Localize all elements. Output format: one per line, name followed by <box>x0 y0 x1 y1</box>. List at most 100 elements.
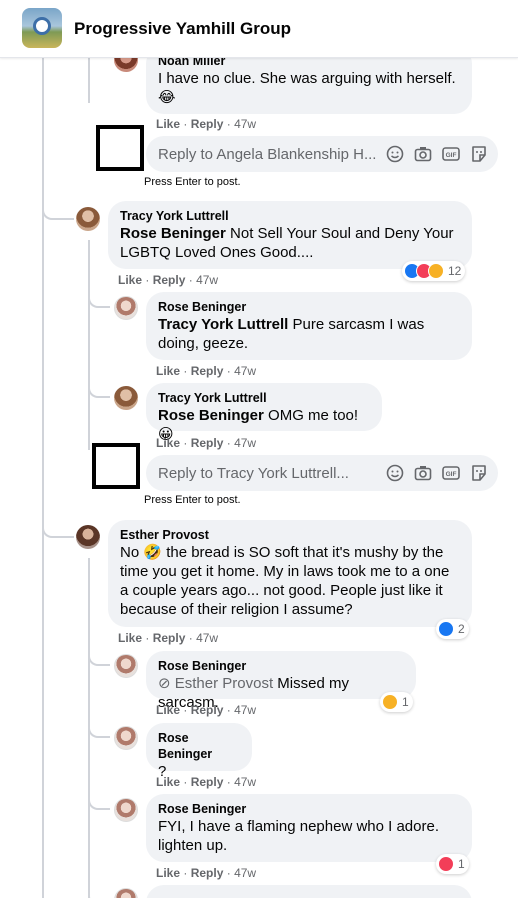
avatar[interactable] <box>76 207 100 231</box>
timestamp[interactable]: 47w <box>234 117 256 131</box>
like-link[interactable]: Like <box>156 703 180 717</box>
comment-author[interactable]: Rose Beninger <box>158 658 404 674</box>
comment-author[interactable]: Noah Miller <box>158 58 460 69</box>
like-link[interactable]: Like <box>156 436 180 450</box>
comment-text: FYI, I have a flaming nephew who I adore… <box>158 818 439 854</box>
reaction-summary[interactable]: 1 <box>380 692 413 712</box>
sticker-icon[interactable] <box>470 464 488 482</box>
timestamp[interactable]: 47w <box>234 364 256 378</box>
reaction-summary[interactable]: 2 <box>436 619 469 639</box>
camera-icon[interactable] <box>414 464 432 482</box>
comment-actions: Like · Reply · 47w <box>156 775 257 789</box>
group-logo-icon <box>33 17 51 35</box>
redacted-avatar <box>96 125 144 171</box>
timestamp[interactable]: 47w <box>196 631 218 645</box>
timestamp[interactable]: 47w <box>234 775 256 789</box>
mention-link[interactable]: Tracy York Luttrell <box>158 316 288 333</box>
comment-text: Tracy York Luttrell Pure sarcasm I was d… <box>158 316 425 352</box>
reply-link[interactable]: Reply <box>153 631 186 645</box>
comment-bubble: Noah Miller I have no clue. She was argu… <box>146 58 472 114</box>
avatar[interactable] <box>114 888 138 898</box>
avatar[interactable] <box>114 58 138 72</box>
reply-link[interactable]: Reply <box>191 436 224 450</box>
like-link[interactable]: Like <box>156 775 180 789</box>
avatar[interactable] <box>114 296 138 320</box>
like-reaction-icon <box>438 621 454 637</box>
thread-elbow <box>42 198 74 220</box>
comment-bubble <box>146 885 472 898</box>
mention-badge-icon: ⊘ <box>158 675 171 692</box>
avatar[interactable] <box>114 654 138 678</box>
comment-author[interactable]: Rose Beninger <box>158 801 460 817</box>
thread-elbow <box>88 286 110 308</box>
thread-elbow <box>42 516 74 538</box>
timestamp[interactable]: 47w <box>234 436 256 450</box>
group-header: Progressive Yamhill Group <box>0 0 518 58</box>
avatar[interactable] <box>114 726 138 750</box>
comment-author[interactable]: Tracy York Luttrell <box>120 208 460 224</box>
reaction-count: 2 <box>458 622 465 636</box>
thread-line <box>88 240 90 450</box>
gif-icon[interactable]: GIF <box>442 464 460 482</box>
comment-author[interactable]: Rose Beninger <box>158 299 460 315</box>
comment-actions: Like · Reply · 47w <box>156 364 257 378</box>
timestamp[interactable]: 47w <box>234 703 256 717</box>
reply-link[interactable]: Reply <box>191 364 224 378</box>
comment-bubble: Esther Provost No 🤣 the bread is SO soft… <box>108 520 472 627</box>
thread-elbow <box>88 644 110 666</box>
avatar[interactable] <box>114 386 138 410</box>
reaction-count: 1 <box>402 695 409 709</box>
reply-link[interactable]: Reply <box>191 117 224 131</box>
reply-link[interactable]: Reply <box>191 866 224 880</box>
comment-bubble: Tracy York Luttrell Rose Beninger OMG me… <box>146 383 382 443</box>
reply-link[interactable]: Reply <box>153 273 186 287</box>
reply-link[interactable]: Reply <box>191 703 224 717</box>
comment-bubble: Rose Beninger FYI, I have a flaming neph… <box>146 794 472 862</box>
comment-actions: Like · Reply · 47w <box>156 117 257 131</box>
comment-text: Rose Beninger Not Sell Your Soul and Den… <box>120 225 454 261</box>
gif-icon[interactable]: GIF <box>442 145 460 163</box>
comment-bubble: Rose Beninger ? <box>146 723 252 780</box>
reaction-summary[interactable]: 1 <box>436 854 469 874</box>
comment-author[interactable]: Tracy York Luttrell <box>158 390 370 406</box>
redacted-avatar <box>92 443 140 489</box>
reply-link[interactable]: Reply <box>191 775 224 789</box>
group-name[interactable]: Progressive Yamhill Group <box>74 19 291 39</box>
svg-text:GIF: GIF <box>446 152 457 159</box>
thread-line <box>42 58 44 898</box>
sticker-icon[interactable] <box>470 145 488 163</box>
camera-icon[interactable] <box>414 145 432 163</box>
love-reaction-icon <box>438 856 454 872</box>
comment-feed: Noah Miller I have no clue. She was argu… <box>0 58 518 898</box>
group-avatar[interactable] <box>22 8 62 48</box>
reaction-summary[interactable]: 12 <box>402 261 466 281</box>
timestamp[interactable]: 47w <box>196 273 218 287</box>
reaction-count: 1 <box>458 857 465 871</box>
timestamp[interactable]: 47w <box>234 866 256 880</box>
avatar[interactable] <box>114 798 138 822</box>
like-link[interactable]: Like <box>156 117 180 131</box>
smiley-icon[interactable] <box>386 145 404 163</box>
reply-input[interactable] <box>158 455 378 491</box>
emoji-rofl-icon: 🤣 <box>143 544 163 561</box>
comment-actions: Like · Reply · 47w <box>118 631 219 645</box>
care-reaction-icon <box>428 263 444 279</box>
like-link[interactable]: Like <box>118 631 142 645</box>
comment-author[interactable]: Esther Provost <box>120 527 460 543</box>
thread-elbow <box>88 884 110 898</box>
comment-actions: Like · Reply · 47w <box>156 866 257 880</box>
mention-link[interactable]: ⊘ Esther Provost <box>158 675 273 692</box>
comment-actions: Like · Reply · 47w <box>156 436 257 450</box>
avatar[interactable] <box>76 525 100 549</box>
reply-input[interactable] <box>158 136 378 172</box>
like-link[interactable]: Like <box>156 364 180 378</box>
like-link[interactable]: Like <box>156 866 180 880</box>
smiley-icon[interactable] <box>386 464 404 482</box>
comment-text: No 🤣 the bread is SO soft that it's mush… <box>120 544 450 618</box>
like-link[interactable]: Like <box>118 273 142 287</box>
mention-link[interactable]: Rose Beninger <box>120 225 226 242</box>
press-enter-hint: Press Enter to post. <box>144 494 241 506</box>
comment-author[interactable]: Rose Beninger <box>158 730 240 762</box>
thread-line <box>88 58 90 103</box>
mention-link[interactable]: Rose Beninger <box>158 407 264 424</box>
